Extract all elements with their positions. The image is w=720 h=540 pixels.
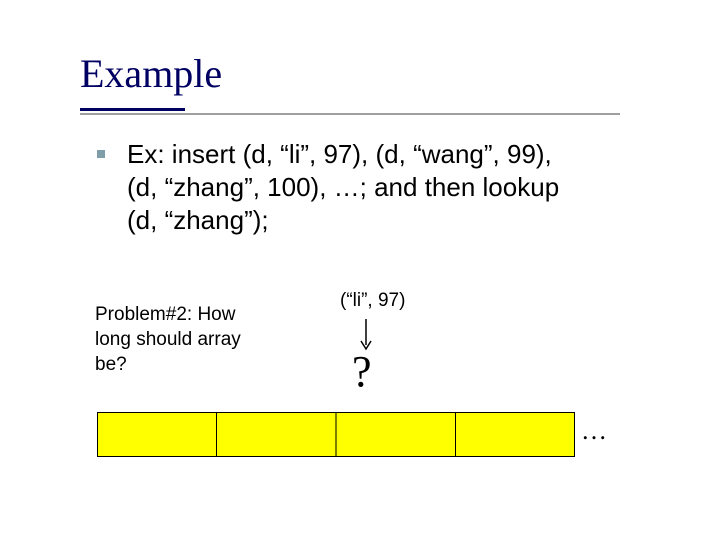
problem-text: Problem#2: Howlong should arraybe?: [95, 302, 305, 377]
array-cells-icon: [97, 412, 575, 457]
square-bullet-icon: [97, 150, 105, 158]
question-mark: ?: [352, 350, 372, 394]
slide-title: Example: [80, 50, 222, 97]
title-accent-bar: [80, 108, 185, 111]
tuple-label: (“li”, 97): [340, 290, 405, 312]
array-diagram: [97, 412, 575, 457]
title-underline: [80, 113, 620, 115]
body-text: Ex: insert (d, “li”, 97), (d, “wang”, 99…: [127, 138, 559, 237]
ellipsis: …: [581, 416, 607, 446]
